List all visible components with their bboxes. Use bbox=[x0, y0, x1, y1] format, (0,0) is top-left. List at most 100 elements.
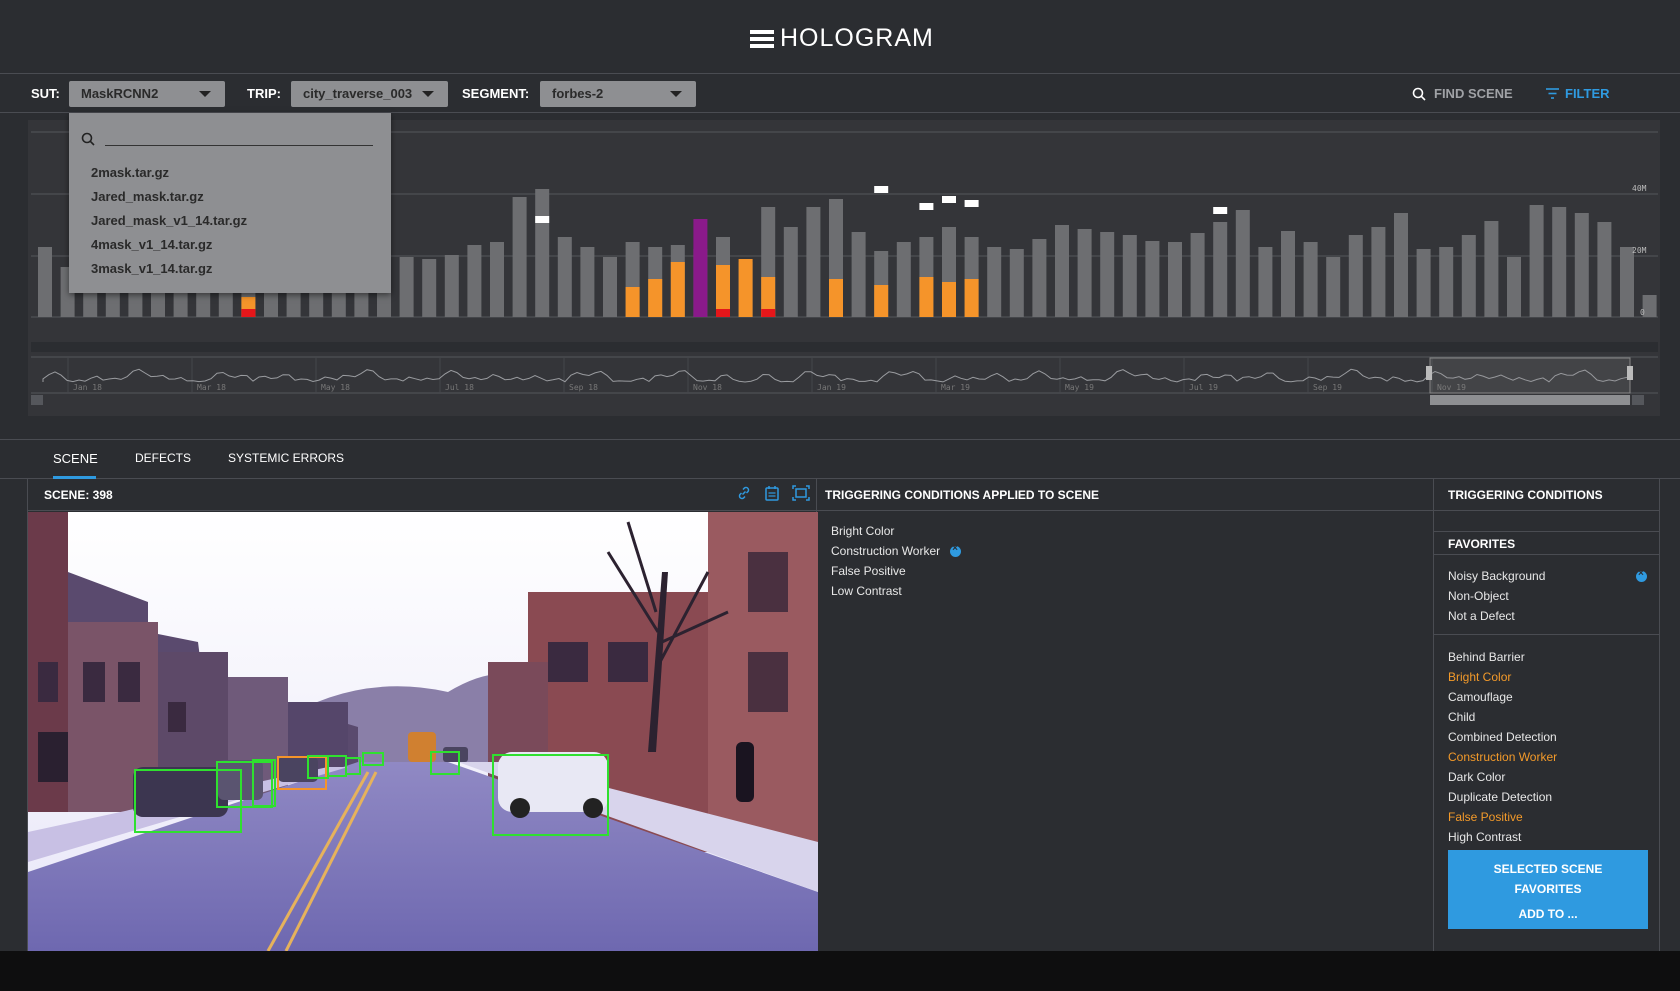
timeline-bar-segment bbox=[942, 282, 956, 317]
find-scene-button[interactable]: FIND SCENE bbox=[1412, 86, 1513, 101]
timeline-bar-segment bbox=[716, 309, 730, 317]
timeline-bar[interactable] bbox=[783, 227, 798, 317]
favorite-item[interactable]: Not a Defect bbox=[1448, 609, 1515, 623]
timeline-bar[interactable] bbox=[1168, 242, 1182, 317]
tab-defects[interactable]: DEFECTS bbox=[135, 451, 191, 465]
timeline-bar[interactable] bbox=[467, 245, 482, 317]
timeline-bar[interactable] bbox=[1348, 235, 1363, 317]
navigator-date-label: Jan 19 bbox=[817, 383, 846, 392]
applied-condition-item: Low Contrast bbox=[831, 584, 902, 598]
timeline-bar[interactable] bbox=[1416, 249, 1431, 317]
segment-select-value: forbes-2 bbox=[552, 86, 604, 101]
fullscreen-icon[interactable] bbox=[792, 485, 810, 501]
timeline-bar[interactable] bbox=[1574, 213, 1589, 317]
dropdown-option[interactable]: 2mask.tar.gz bbox=[91, 165, 169, 180]
scene-image[interactable] bbox=[28, 512, 818, 951]
timeline-bar-segment bbox=[964, 279, 979, 317]
timeline-bar[interactable] bbox=[1055, 225, 1069, 317]
y-tick-label: 40M bbox=[1632, 184, 1647, 193]
navigator-scrollbar[interactable] bbox=[1430, 395, 1630, 405]
timeline-bar[interactable] bbox=[1371, 227, 1386, 317]
timeline-bar[interactable] bbox=[422, 259, 437, 317]
tab-systemic-errors[interactable]: SYSTEMIC ERRORS bbox=[228, 451, 344, 465]
timeline-bar[interactable] bbox=[1077, 229, 1092, 317]
timeline-bar[interactable] bbox=[987, 247, 1002, 317]
timeline-bar[interactable] bbox=[1484, 221, 1499, 317]
timeline-bar[interactable] bbox=[580, 247, 595, 317]
condition-item[interactable]: Bright Color bbox=[1448, 670, 1511, 684]
timeline-bar[interactable] bbox=[557, 237, 572, 317]
divider bbox=[1434, 634, 1660, 635]
sut-select[interactable]: MaskRCNN2 bbox=[69, 81, 225, 107]
dropdown-option[interactable]: 4mask_v1_14.tar.gz bbox=[91, 237, 212, 252]
timeline-bar[interactable] bbox=[1439, 247, 1454, 317]
link-icon[interactable] bbox=[736, 485, 752, 501]
segment-select[interactable]: forbes-2 bbox=[540, 81, 696, 107]
timeline-bar-segment bbox=[874, 285, 889, 317]
timeline-bar[interactable] bbox=[38, 247, 52, 317]
timeline-bar[interactable] bbox=[1213, 222, 1228, 317]
dropdown-option[interactable]: Jared_mask_v1_14.tar.gz bbox=[91, 213, 247, 228]
timeline-bar[interactable] bbox=[896, 242, 911, 317]
y-tick-label: 0 bbox=[1640, 308, 1645, 317]
tab-scene[interactable]: SCENE bbox=[53, 451, 98, 466]
timeline-bar[interactable] bbox=[1235, 210, 1250, 317]
favorite-item[interactable]: Non-Object bbox=[1448, 589, 1509, 603]
timeline-bar[interactable] bbox=[1281, 231, 1295, 317]
timeline-bar[interactable] bbox=[1303, 242, 1318, 317]
timeline-bar[interactable] bbox=[1032, 239, 1047, 317]
add-to-favorites-button[interactable]: SELECTED SCENE FAVORITES ADD TO ... bbox=[1448, 850, 1648, 929]
navigator-date-label: Sep 19 bbox=[1313, 383, 1342, 392]
timeline-bar[interactable] bbox=[1394, 213, 1408, 317]
scroll-right-button[interactable] bbox=[1632, 395, 1644, 405]
navigator-date-label: Jul 19 bbox=[1189, 383, 1218, 392]
timeline-bar[interactable] bbox=[1326, 257, 1341, 317]
condition-item[interactable]: Combined Detection bbox=[1448, 730, 1557, 744]
dropdown-search-input[interactable] bbox=[81, 127, 373, 147]
condition-item[interactable]: Camouflage bbox=[1448, 690, 1513, 704]
timeline-bar[interactable] bbox=[399, 257, 414, 317]
timeline-bar[interactable] bbox=[1507, 257, 1521, 317]
timeline-bar[interactable] bbox=[1461, 235, 1476, 317]
timeline-bar[interactable] bbox=[851, 232, 866, 317]
favorites-title: FAVORITES bbox=[1448, 537, 1516, 551]
navigator-right-handle[interactable] bbox=[1627, 366, 1633, 380]
timeline-bar[interactable] bbox=[1258, 247, 1273, 317]
timeline-bar[interactable] bbox=[1009, 249, 1024, 317]
scroll-left-button[interactable] bbox=[31, 395, 43, 405]
dropdown-option[interactable]: 3mask_v1_14.tar.gz bbox=[91, 261, 212, 276]
navigator-range-selector[interactable] bbox=[1429, 357, 1631, 394]
condition-item[interactable]: Child bbox=[1448, 710, 1475, 724]
condition-item[interactable]: Construction Worker bbox=[1448, 750, 1557, 764]
filter-button[interactable]: FILTER bbox=[1546, 86, 1610, 101]
condition-item[interactable]: Dark Color bbox=[1448, 770, 1505, 784]
timeline-bar[interactable] bbox=[512, 197, 527, 317]
condition-item[interactable]: False Positive bbox=[1448, 810, 1523, 824]
navigator-date-label: Nov 18 bbox=[693, 383, 722, 392]
condition-item[interactable]: High Contrast bbox=[1448, 830, 1521, 844]
timeline-bar[interactable] bbox=[1122, 235, 1137, 317]
trip-select[interactable]: city_traverse_003 bbox=[291, 81, 448, 107]
remove-favorite-icon[interactable] bbox=[1636, 568, 1647, 582]
remove-condition-icon[interactable] bbox=[950, 543, 962, 558]
timeline-bar[interactable] bbox=[490, 242, 504, 317]
condition-item[interactable]: Duplicate Detection bbox=[1448, 790, 1552, 804]
dropdown-option[interactable]: Jared_mask.tar.gz bbox=[91, 189, 204, 204]
timeline-bar[interactable] bbox=[1597, 222, 1612, 317]
timeline-bar[interactable] bbox=[806, 207, 821, 317]
timeline-bar-segment bbox=[919, 277, 934, 317]
timeline-bar[interactable] bbox=[1100, 232, 1115, 317]
timeline-bar[interactable] bbox=[1552, 207, 1567, 317]
navigator-left-handle[interactable] bbox=[1426, 366, 1432, 380]
timeline-bar[interactable] bbox=[1529, 205, 1544, 317]
condition-item[interactable]: Behind Barrier bbox=[1448, 650, 1525, 664]
timeline-bar[interactable] bbox=[1145, 241, 1160, 317]
timeline-bar[interactable] bbox=[444, 255, 459, 317]
timeline-bar[interactable] bbox=[1620, 247, 1634, 317]
timeline-bar[interactable] bbox=[603, 257, 617, 317]
calendar-icon[interactable] bbox=[764, 485, 780, 501]
timeline-bar[interactable] bbox=[535, 189, 550, 317]
timeline-bar[interactable] bbox=[1190, 233, 1205, 317]
navigator-date-label: May 19 bbox=[1065, 383, 1094, 392]
favorite-item[interactable]: Noisy Background bbox=[1448, 569, 1545, 583]
